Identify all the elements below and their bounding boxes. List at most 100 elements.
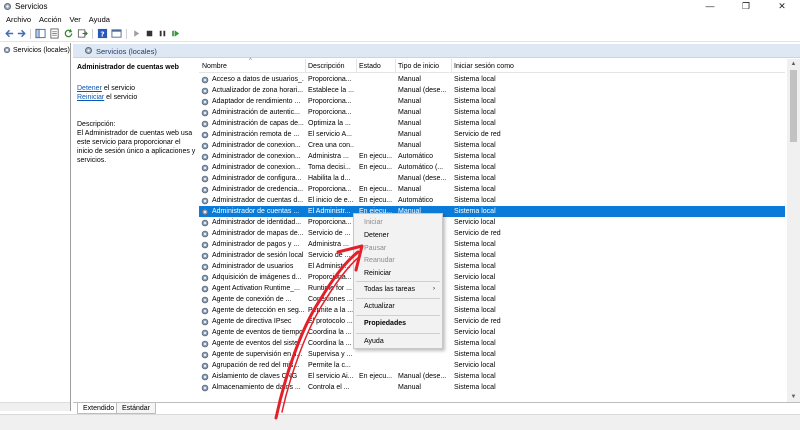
console-window-icon[interactable]	[111, 28, 122, 39]
service-row[interactable]: Administrador de sesión local Servicio de…	[199, 250, 785, 261]
properties-sheet-icon[interactable]	[49, 28, 60, 39]
service-description: Crea una con...	[308, 142, 354, 149]
service-description: Proporciona...	[308, 219, 352, 226]
service-row[interactable]: Administración de capas de... Optimiza la…	[199, 118, 785, 129]
context-menu-item[interactable]: Actualizar	[364, 302, 395, 312]
service-row[interactable]: Administrador de credencia... Proporciona…	[199, 184, 785, 195]
service-row[interactable]: Aislamiento de claves CNG El servicio Ai.…	[199, 371, 785, 382]
restart-service-icon[interactable]	[170, 28, 181, 39]
minimize-button[interactable]: —	[692, 0, 728, 14]
context-menu-item[interactable]: Propiedades	[364, 319, 406, 329]
service-logon-as: Sistema local	[454, 98, 496, 105]
toolbar-separator	[30, 29, 31, 39]
service-row[interactable]: Administrador de conexion... Administra .…	[199, 151, 785, 162]
service-row[interactable]: Administrador de cuentas d... El inicio d…	[199, 195, 785, 206]
vertical-scrollbar[interactable]: ▲ ▼	[787, 59, 800, 402]
column-divider[interactable]	[395, 59, 396, 73]
service-row[interactable]: Administración de autentic... Proporciona…	[199, 107, 785, 118]
service-row[interactable]: Agente de detección en seg... Permite a l…	[199, 305, 785, 316]
refresh-icon[interactable]	[63, 28, 74, 39]
service-gear-icon	[201, 208, 209, 216]
column-divider[interactable]	[356, 59, 357, 73]
service-row[interactable]: Administrador de identidad... Proporciona…	[199, 217, 785, 228]
menu-ver[interactable]: Ver	[66, 14, 85, 26]
service-row[interactable]: Acceso a datos de usuarios_... Proporcion…	[199, 74, 785, 85]
service-row[interactable]: Adquisición de imágenes d... Proporciona.…	[199, 272, 785, 283]
context-menu-item[interactable]: Pausar	[364, 244, 386, 254]
pause-service-icon[interactable]	[157, 28, 168, 39]
column-header-name[interactable]: Nombre	[202, 63, 227, 70]
service-description: El servicio Ai...	[308, 373, 354, 380]
window-controls: — ❐ ✕	[692, 0, 800, 14]
service-row[interactable]: Agente de eventos del siste... Coordina l…	[199, 338, 785, 349]
service-row[interactable]: Actualizador de zona horari... Establece …	[199, 85, 785, 96]
service-row[interactable]: Administrador de usuarios El Administr...…	[199, 261, 785, 272]
service-startup-type: Manual	[398, 109, 421, 116]
context-menu-item[interactable]: Reanudar	[364, 256, 395, 266]
forward-arrow-icon[interactable]	[16, 28, 27, 39]
service-row[interactable]: Administrador de mapas de... Servicio de …	[199, 228, 785, 239]
service-logon-as: Servicio de red	[454, 318, 501, 325]
service-description: Proporciona...	[308, 186, 352, 193]
context-menu-item[interactable]: Reiniciar	[364, 269, 391, 279]
toolbar: ?	[0, 26, 800, 42]
column-header-state[interactable]: Estado	[359, 63, 381, 70]
start-service-icon[interactable]	[131, 28, 142, 39]
restart-service-link[interactable]: Reiniciar	[77, 94, 104, 101]
service-logon-as: Sistema local	[454, 175, 496, 182]
service-row[interactable]: Administrador de cuentas ... El Administr…	[199, 206, 785, 217]
service-row[interactable]: Agente de supervisión en ti... Supervisa …	[199, 349, 785, 360]
service-row[interactable]: Agente de eventos de tiempo Coordina la .…	[199, 327, 785, 338]
stop-service-icon[interactable]	[144, 28, 155, 39]
service-description: Servicio de ...	[308, 230, 351, 237]
close-button[interactable]: ✕	[764, 0, 800, 14]
service-row[interactable]: Agrupación de red del mis... Permite la c…	[199, 360, 785, 371]
service-row[interactable]: Administración remota de ... El servicio …	[199, 129, 785, 140]
service-description: Supervisa y ...	[308, 351, 353, 358]
column-header-startup-type[interactable]: Tipo de inicio	[398, 63, 439, 70]
service-row[interactable]: Administrador de configura... Habilita la…	[199, 173, 785, 184]
column-header-logon-as[interactable]: Iniciar sesión como	[454, 63, 514, 70]
context-menu-separator	[356, 298, 440, 299]
service-name: Administración de autentic...	[212, 109, 300, 116]
help-icon[interactable]: ?	[97, 28, 108, 39]
menu-accion[interactable]: Acción	[35, 14, 66, 26]
service-description: Optimiza la ...	[308, 120, 351, 127]
console-tree-icon[interactable]	[35, 28, 46, 39]
stop-service-link[interactable]: Detener	[77, 85, 102, 92]
tab-extendido[interactable]: Extendido	[77, 403, 121, 414]
context-menu-item[interactable]: Todas las tareas	[364, 285, 415, 295]
maximize-button[interactable]: ❐	[728, 0, 764, 14]
service-row[interactable]: Administrador de pagos y ... Administra .…	[199, 239, 785, 250]
service-startup-type: Manual	[398, 98, 421, 105]
column-header-description[interactable]: Descripción	[308, 63, 345, 70]
tab-estandar[interactable]: Estándar	[116, 403, 157, 414]
back-arrow-icon[interactable]	[4, 28, 15, 39]
service-startup-type: Manual (dese...	[398, 175, 447, 182]
service-startup-type: Manual (dese...	[398, 87, 447, 94]
context-menu-item[interactable]: Iniciar	[364, 218, 383, 228]
service-row[interactable]: Almacenamiento de datos ... Controla el .…	[199, 382, 785, 393]
column-divider[interactable]	[451, 59, 452, 73]
column-divider[interactable]	[305, 59, 306, 73]
scrollbar-thumb[interactable]	[790, 70, 797, 142]
context-menu-item[interactable]: Ayuda	[364, 337, 384, 347]
service-row[interactable]: Administrador de conexion... Crea una con…	[199, 140, 785, 151]
scroll-up-arrow-icon[interactable]: ▲	[787, 59, 800, 69]
service-gear-icon	[201, 263, 209, 271]
context-menu-item[interactable]: Detener	[364, 231, 389, 241]
export-list-icon[interactable]	[77, 28, 88, 39]
service-row[interactable]: Agent Activation Runtime_... Runtime for …	[199, 283, 785, 294]
menu-ayuda[interactable]: Ayuda	[85, 14, 114, 26]
horizontal-scrollbar[interactable]	[0, 402, 70, 411]
service-row[interactable]: Adaptador de rendimiento ... Proporciona.…	[199, 96, 785, 107]
service-logon-as: Servicio local	[454, 274, 496, 281]
service-name: Administración remota de ...	[212, 131, 300, 138]
service-row[interactable]: Administrador de conexion... Toma decisi.…	[199, 162, 785, 173]
tree-node-services-local[interactable]: Servicios (locales)	[3, 46, 70, 54]
toolbar-separator	[126, 29, 127, 39]
service-row[interactable]: Agente de conexión de ... Conexiones ... S…	[199, 294, 785, 305]
scroll-down-arrow-icon[interactable]: ▼	[787, 392, 800, 402]
service-row[interactable]: Agente de directiva IPsec El protocolo ..…	[199, 316, 785, 327]
menu-archivo[interactable]: Archivo	[0, 14, 35, 26]
